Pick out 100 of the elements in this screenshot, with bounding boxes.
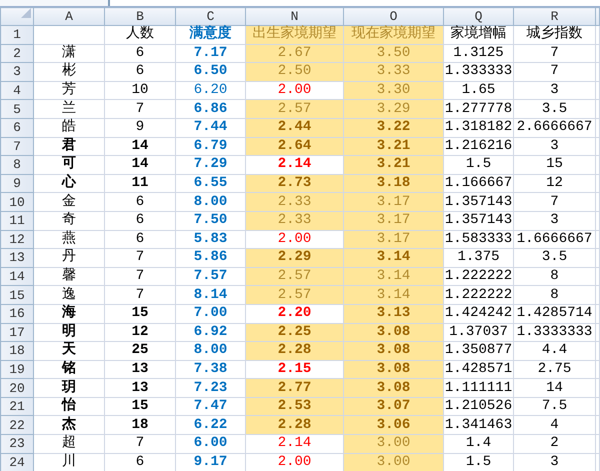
table-cell: 7.44 [176, 118, 246, 138]
table-cell: 1.166667 [444, 174, 514, 193]
table-cell: 7 [104, 286, 176, 304]
table-cell: 1.375 [444, 248, 514, 268]
table-cell: 5.83 [176, 230, 246, 249]
column-header[interactable]: C [176, 8, 246, 26]
table-cell: 3 [514, 211, 596, 230]
column-header[interactable]: Q [444, 8, 514, 26]
table-cell: 家境增幅 [444, 26, 514, 44]
table-cell: 3.07 [344, 397, 444, 416]
column-header[interactable]: O [344, 8, 444, 26]
table-cell: 3.17 [344, 230, 444, 249]
column-header[interactable]: N [246, 8, 344, 26]
row-header[interactable]: 4 [0, 81, 34, 100]
row-header[interactable]: 10 [0, 192, 34, 212]
table-cell: 满意度 [176, 26, 246, 44]
table-cell: 3.14 [344, 267, 444, 286]
table-cell: 可 [34, 156, 104, 174]
row-header[interactable]: 13 [0, 248, 34, 268]
table-cell: 海 [34, 304, 104, 323]
table-cell: 6.20 [176, 81, 246, 100]
table-cell: 18 [104, 416, 176, 435]
row-header[interactable]: 14 [0, 267, 34, 286]
table-cell: 2.53 [246, 397, 344, 416]
table-cell: 2.57 [246, 286, 344, 304]
row-header[interactable]: 21 [0, 397, 34, 416]
table-cell: 2.77 [246, 378, 344, 398]
row-header[interactable]: 7 [0, 137, 34, 156]
table-cell: 10 [104, 81, 176, 100]
table-cell: 1.341463 [444, 416, 514, 435]
row-header[interactable]: 12 [0, 230, 34, 249]
column-header[interactable]: B [104, 8, 176, 26]
table-cell: 2.75 [514, 360, 596, 379]
table-cell: 1.6666667 [514, 230, 596, 249]
row-header[interactable]: 5 [0, 100, 34, 118]
table-cell: 8.00 [176, 342, 246, 360]
table-cell: 3.00 [344, 434, 444, 454]
table-cell: 12 [104, 323, 176, 342]
table-cell: 1.428571 [444, 360, 514, 379]
row-header[interactable]: 18 [0, 342, 34, 360]
table-cell: 7.29 [176, 156, 246, 174]
row-header[interactable]: 6 [0, 118, 34, 138]
table-cell: 8.00 [176, 192, 246, 212]
table-cell: 3.22 [344, 118, 444, 138]
table-cell: 逸 [34, 286, 104, 304]
table-cell: 6.50 [176, 62, 246, 82]
row-header[interactable]: 1 [0, 26, 34, 44]
table-cell: 6 [104, 230, 176, 249]
table-cell: 2.33 [246, 211, 344, 230]
table-cell: 3.5 [514, 100, 596, 118]
row-header[interactable]: 17 [0, 323, 34, 342]
row-header[interactable]: 23 [0, 434, 34, 454]
table-cell: 超 [34, 434, 104, 454]
row-header[interactable]: 8 [0, 156, 34, 174]
table-cell: 天 [34, 342, 104, 360]
row-header[interactable]: 2 [0, 44, 34, 63]
table-cell: 5.86 [176, 248, 246, 268]
table-cell: 3.21 [344, 137, 444, 156]
row-header[interactable]: 9 [0, 174, 34, 193]
row-header[interactable]: 15 [0, 286, 34, 304]
table-cell: 人数 [104, 26, 176, 44]
row-header[interactable]: 11 [0, 211, 34, 230]
row-header[interactable]: 16 [0, 304, 34, 323]
table-cell: 1.583333 [444, 230, 514, 249]
row-header[interactable]: 19 [0, 360, 34, 379]
table-cell: 2.57 [246, 100, 344, 118]
row-header[interactable]: 24 [0, 453, 34, 471]
row-header[interactable]: 20 [0, 378, 34, 398]
table-cell: 怡 [34, 397, 104, 416]
table-cell: 芳 [34, 81, 104, 100]
table-cell: 7 [104, 100, 176, 118]
table-cell: 1.37037 [444, 323, 514, 342]
table-cell: 2.14 [246, 434, 344, 454]
table-cell: 6 [104, 192, 176, 212]
table-cell: 君 [34, 137, 104, 156]
table-cell: 2.6666667 [514, 118, 596, 138]
table-cell: 2.25 [246, 323, 344, 342]
column-header[interactable]: R [514, 8, 596, 26]
table-cell: 25 [104, 342, 176, 360]
table-cell: 13 [104, 378, 176, 398]
table-cell: 3.14 [344, 286, 444, 304]
table-cell: 1.65 [444, 81, 514, 100]
column-header[interactable]: A [34, 8, 104, 26]
table-cell: 金 [34, 192, 104, 212]
table-cell: 2 [514, 434, 596, 454]
table-cell: 2.28 [246, 342, 344, 360]
table-cell: 3.5 [514, 248, 596, 268]
row-header[interactable]: 22 [0, 416, 34, 435]
table-cell: 1.333333 [444, 62, 514, 82]
table-cell: 杰 [34, 416, 104, 435]
table-cell: 7 [104, 434, 176, 454]
table-cell: 城乡指数 [514, 26, 596, 44]
table-cell: 15 [514, 156, 596, 174]
table-cell: 3.08 [344, 342, 444, 360]
row-header[interactable]: 3 [0, 62, 34, 82]
table-cell: 1.216216 [444, 137, 514, 156]
table-cell: 皓 [34, 118, 104, 138]
table-cell: 7.38 [176, 360, 246, 379]
table-cell: 潇 [34, 44, 104, 63]
table-cell: 铭 [34, 360, 104, 379]
